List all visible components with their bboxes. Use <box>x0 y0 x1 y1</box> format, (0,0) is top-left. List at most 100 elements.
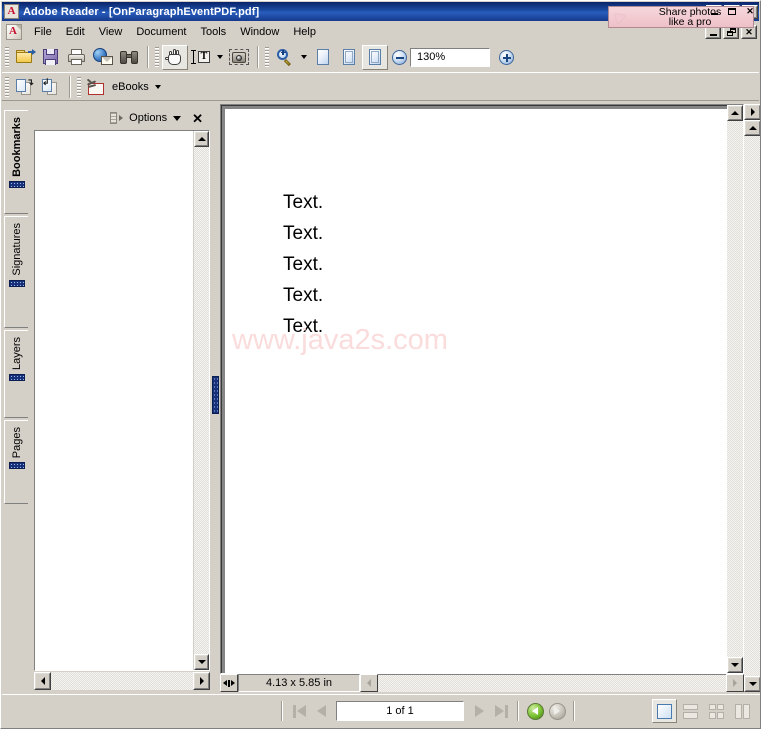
email-button[interactable] <box>90 45 116 70</box>
triangle-right-icon <box>199 677 204 685</box>
pane-splitter[interactable] <box>212 104 220 692</box>
select-text-dropdown[interactable] <box>214 45 226 70</box>
first-page-button[interactable] <box>288 700 310 722</box>
status-separator <box>573 701 575 721</box>
triangle-down-icon <box>197 660 206 664</box>
zoom-tool-dropdown[interactable] <box>298 45 310 70</box>
pane-resize-grip[interactable] <box>220 674 238 692</box>
bookmarks-horizontal-scrollbar[interactable] <box>34 672 210 690</box>
scroll-track[interactable] <box>51 672 193 690</box>
print-button[interactable] <box>64 45 90 70</box>
toolbar-grip-icon[interactable] <box>77 76 81 97</box>
menu-view[interactable]: View <box>92 24 130 41</box>
tab-bookmarks-label: Bookmarks <box>10 117 23 177</box>
insert-pages-button[interactable]: ↴ <box>12 74 38 99</box>
document-status-row: 4.13 x 5.85 in <box>220 674 744 692</box>
scroll-up-button[interactable] <box>727 105 743 121</box>
application-vertical-scrollbar[interactable] <box>744 104 760 692</box>
next-page-button[interactable] <box>468 700 490 722</box>
menu-help[interactable]: Help <box>286 24 323 41</box>
menu-file[interactable]: File <box>27 24 59 41</box>
ebooks-button[interactable] <box>84 74 108 99</box>
toolbar-grip-icon[interactable] <box>5 47 9 67</box>
search-button[interactable] <box>116 45 142 70</box>
save-button[interactable] <box>38 45 64 70</box>
menu-window[interactable]: Window <box>233 24 286 41</box>
promo-line-2: like a pro <box>668 16 712 28</box>
triangle-right-icon <box>474 705 484 717</box>
menu-document[interactable]: Document <box>129 24 193 41</box>
actual-size-button[interactable] <box>310 45 336 70</box>
toolbar-grip-icon[interactable] <box>155 47 159 67</box>
fit-page-button[interactable] <box>336 45 362 70</box>
scroll-track[interactable] <box>744 136 760 676</box>
pdf-page[interactable]: Text. Text. Text. Text. Text. www.java2s… <box>225 109 727 673</box>
scroll-up-button[interactable] <box>194 131 209 147</box>
menu-edit[interactable]: Edit <box>59 24 92 41</box>
snapshot-tool[interactable] <box>226 45 252 70</box>
close-button[interactable]: ✕ <box>742 4 758 19</box>
open-button[interactable] <box>12 45 38 70</box>
single-page-view-button[interactable] <box>652 699 677 723</box>
sidebar-item-pages[interactable]: Pages <box>4 420 28 504</box>
scroll-track[interactable] <box>727 121 743 657</box>
toolbar-row-2: ↴ ↲ eBooks <box>2 73 759 101</box>
scroll-down-button[interactable] <box>194 654 209 670</box>
chevron-down-icon[interactable] <box>173 115 182 121</box>
sidebar-item-signatures[interactable]: Signatures <box>4 216 28 328</box>
pdf-text-block: Text. Text. Text. Text. Text. <box>283 187 323 342</box>
previous-view-button[interactable] <box>524 700 546 722</box>
document-scroll-left-button[interactable] <box>360 674 378 692</box>
status-bar: 1 of 1 <box>2 694 760 727</box>
facing-view-button[interactable] <box>730 699 755 723</box>
minimize-button[interactable] <box>706 4 722 19</box>
close-panel-button[interactable]: ✕ <box>189 112 206 125</box>
fit-width-button[interactable] <box>362 44 388 70</box>
sidebar-item-bookmarks[interactable]: Bookmarks <box>4 110 28 214</box>
page-size-indicator: 4.13 x 5.85 in <box>238 674 360 692</box>
page-view[interactable]: Text. Text. Text. Text. Text. www.java2s… <box>221 105 727 673</box>
document-vertical-scrollbar[interactable] <box>727 105 743 673</box>
hand-tool[interactable] <box>162 44 188 70</box>
previous-page-button[interactable] <box>310 700 332 722</box>
menu-tools[interactable]: Tools <box>194 24 234 41</box>
continuous-view-button[interactable] <box>678 699 703 723</box>
splitter-grip-icon[interactable] <box>212 376 219 414</box>
pdf-line: Text. <box>283 254 324 275</box>
email-globe-icon <box>93 48 113 66</box>
sidebar-item-layers[interactable]: Layers <box>4 330 28 418</box>
toolbar-grip-icon[interactable] <box>265 47 269 67</box>
select-text-tool[interactable]: T <box>188 45 214 70</box>
extract-pages-button[interactable]: ↲ <box>38 74 64 99</box>
scroll-track[interactable] <box>378 674 726 692</box>
previous-view-icon <box>526 702 544 720</box>
ebooks-dropdown[interactable] <box>152 74 164 99</box>
zoom-out-button[interactable] <box>392 49 407 65</box>
document-scroll-right-button[interactable] <box>726 674 744 692</box>
triangle-up-icon <box>197 137 206 141</box>
scroll-down-button[interactable] <box>727 657 743 673</box>
scroll-track[interactable] <box>194 147 209 654</box>
bookmarks-vertical-scrollbar[interactable] <box>193 131 209 670</box>
app-scroll-down-button[interactable] <box>744 676 760 692</box>
child-close-button[interactable]: ✕ <box>741 25 757 39</box>
child-restore-button[interactable] <box>723 25 739 39</box>
zoom-input[interactable]: 130% <box>410 47 490 67</box>
last-page-button[interactable] <box>490 700 512 722</box>
app-scroll-up-button[interactable] <box>744 120 760 136</box>
toolbar-grip-icon[interactable] <box>5 76 9 97</box>
ebooks-group: eBooks <box>74 73 166 100</box>
maximize-button[interactable] <box>724 4 740 19</box>
zoom-in-tool[interactable] <box>272 45 298 70</box>
scroll-right-button[interactable] <box>193 672 210 690</box>
page-number-input[interactable]: 1 of 1 <box>336 701 464 721</box>
options-button[interactable]: Options <box>129 112 167 124</box>
child-minimize-button[interactable] <box>705 25 721 39</box>
app-scroll-right-button[interactable] <box>744 104 760 120</box>
continuous-facing-view-button[interactable] <box>704 699 729 723</box>
next-view-button[interactable] <box>546 700 568 722</box>
ebooks-label[interactable]: eBooks <box>108 81 152 93</box>
scroll-left-button[interactable] <box>34 672 51 690</box>
bookmarks-list[interactable] <box>34 130 210 671</box>
zoom-in-button[interactable] <box>499 49 514 65</box>
